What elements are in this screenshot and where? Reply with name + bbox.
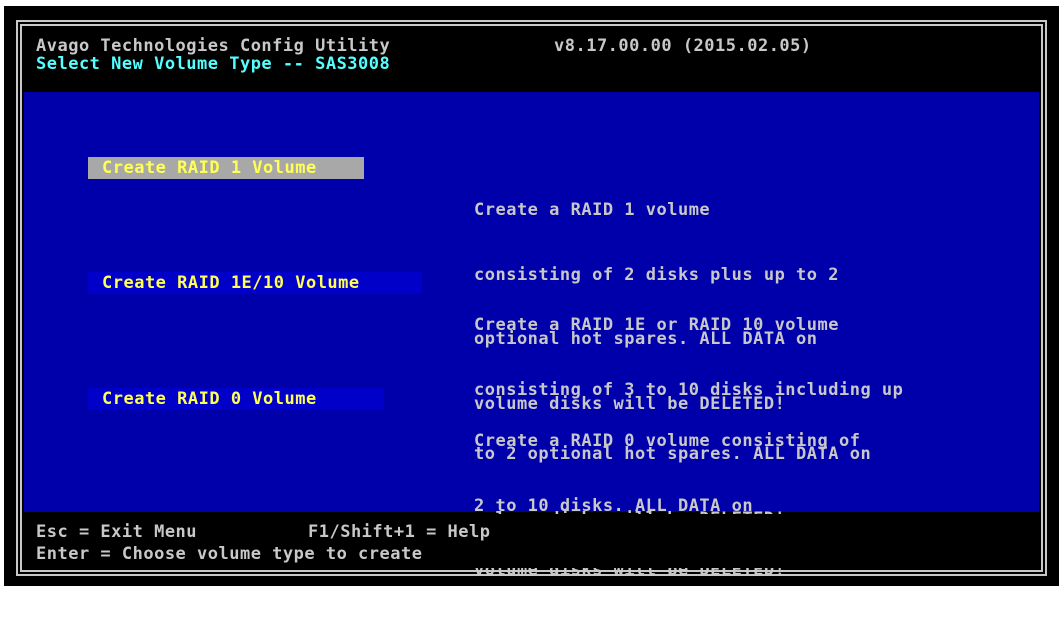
volume-type-panel: Create RAID 1 Volume Create a RAID 1 vol… [24,92,1039,580]
outer-frame: Avago Technologies Config Utility v8.17.… [16,20,1047,580]
desc-line: Create a RAID 0 volume consisting of [474,431,861,451]
bios-screen: Avago Technologies Config Utility v8.17.… [4,6,1059,586]
footer-help: Esc = Exit Menu F1/Shift+1 = Help Enter … [24,514,1039,568]
menu-item-raid1e-10[interactable]: Create RAID 1E/10 Volume [88,272,422,294]
esc-hint: Esc = Exit Menu [36,522,198,542]
screen-subtitle: Select New Volume Type -- SAS3008 [36,54,391,74]
menu-item-raid1[interactable]: Create RAID 1 Volume [88,157,364,179]
header: Avago Technologies Config Utility v8.17.… [24,28,1039,86]
menu-item-raid0[interactable]: Create RAID 0 Volume [88,388,384,410]
desc-line: Create a RAID 1E or RAID 10 volume [474,315,839,335]
utility-title: Avago Technologies Config Utility [36,36,391,56]
enter-hint: Enter = Choose volume type to create [36,544,423,564]
help-hint: F1/Shift+1 = Help [308,522,491,542]
utility-version: v8.17.00.00 (2015.02.05) [554,36,812,56]
inner-frame: Avago Technologies Config Utility v8.17.… [20,24,1043,580]
desc-line: Create a RAID 1 volume [474,200,711,220]
desc-raid0: Create a RAID 0 volume consisting of 2 t… [474,388,860,625]
